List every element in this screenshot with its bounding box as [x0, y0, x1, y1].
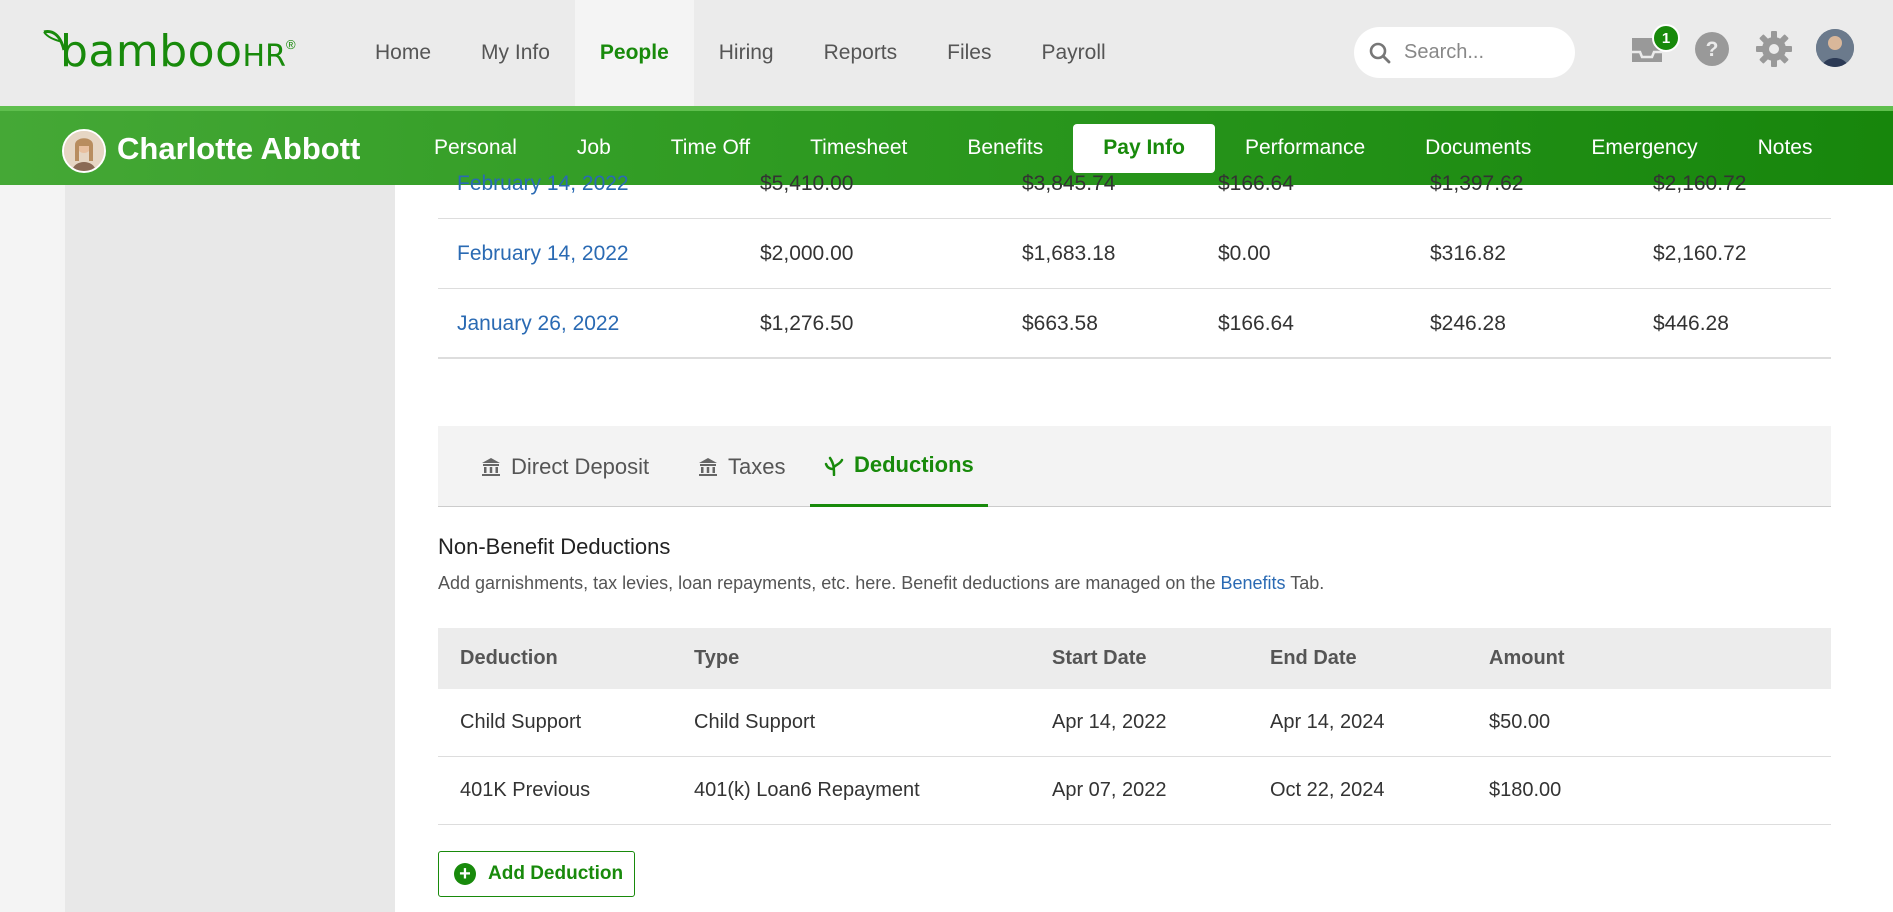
- description-text: Add garnishments, tax levies, loan repay…: [438, 573, 1221, 593]
- paystub-gross: $5,410.00: [760, 172, 854, 195]
- column-header[interactable]: End Date: [1270, 628, 1357, 689]
- column-header[interactable]: Type: [694, 628, 739, 689]
- deduction-name: 401K Previous: [460, 779, 591, 801]
- paystub-deductions: $166.64: [1218, 172, 1294, 195]
- logo-word: bamboo: [60, 26, 243, 77]
- paystub-net: $1,683.18: [1022, 242, 1116, 265]
- nav-payroll[interactable]: Payroll: [1016, 0, 1130, 106]
- leaf-icon: [43, 30, 66, 51]
- user-avatar-image: [1816, 29, 1854, 67]
- tab-label: Taxes: [728, 453, 786, 479]
- pay-info-content: February 14, 2022 $5,410.00 $3,845.74 $1…: [395, 172, 1893, 912]
- deduction-end-date: Oct 22, 2024: [1270, 779, 1385, 801]
- paystub-gross: $1,276.50: [760, 312, 854, 335]
- deduction-end-date: Apr 14, 2024: [1270, 711, 1385, 733]
- tab-label: Deductions: [854, 452, 974, 477]
- bank-icon: [698, 457, 718, 477]
- employee-photo: [64, 131, 104, 171]
- paystub-gross: $2,000.00: [760, 242, 854, 265]
- section-description: Add garnishments, tax levies, loan repay…: [438, 573, 1324, 594]
- bamboohr-logo[interactable]: bamboo HR ®: [42, 26, 296, 74]
- paystub-net: $3,845.74: [1022, 172, 1116, 195]
- paystub-taxes: $316.82: [1430, 242, 1506, 265]
- paystub-date-link[interactable]: February 14, 2022: [457, 219, 629, 289]
- top-header: bamboo HR ® Home My Info People Hiring R…: [0, 0, 1893, 106]
- tab-direct-deposit[interactable]: Direct Deposit: [481, 426, 649, 507]
- add-deduction-label: Add Deduction: [488, 863, 624, 884]
- left-sidebar: [65, 185, 395, 912]
- column-header[interactable]: Amount: [1489, 628, 1565, 689]
- column-header[interactable]: Start Date: [1052, 628, 1146, 689]
- employee-avatar[interactable]: [62, 129, 106, 173]
- paystub-net: $663.58: [1022, 312, 1098, 335]
- nav-people[interactable]: People: [574, 0, 694, 106]
- search-input[interactable]: [1404, 41, 1564, 64]
- logo-hr: HR: [242, 39, 286, 74]
- description-text-end: Tab.: [1285, 573, 1325, 593]
- inbox-count-badge: 1: [1652, 24, 1680, 52]
- employee-name: Charlotte Abbott: [117, 131, 361, 166]
- tab-taxes[interactable]: Taxes: [698, 426, 785, 507]
- nav-my-info[interactable]: My Info: [456, 0, 575, 106]
- user-avatar[interactable]: [1816, 29, 1854, 67]
- paystub-row: January 26, 2022 $1,276.50 $663.58 $166.…: [438, 289, 1831, 359]
- paystub-taxes: $1,397.62: [1430, 172, 1524, 195]
- nav-files[interactable]: Files: [922, 0, 1016, 106]
- nav-home[interactable]: Home: [350, 0, 456, 106]
- tab-label: Direct Deposit: [511, 453, 650, 479]
- search-box[interactable]: [1354, 27, 1575, 78]
- deduction-type: Child Support: [694, 711, 816, 733]
- paystub-date-link[interactable]: February 14, 2022: [457, 149, 629, 219]
- paystub-date-link[interactable]: January 26, 2022: [457, 289, 619, 359]
- search-icon: [1369, 42, 1391, 63]
- deduction-amount: $50.00: [1489, 711, 1551, 733]
- deduction-start-date: Apr 07, 2022: [1052, 779, 1167, 801]
- deduction-type: 401(k) Loan6 Repayment: [694, 779, 920, 801]
- pay-info-tabs: Direct Deposit Taxes Deductions: [438, 426, 1831, 507]
- nav-hiring[interactable]: Hiring: [694, 0, 799, 106]
- paystub-row: February 14, 2022 $2,000.00 $1,683.18 $0…: [438, 219, 1831, 289]
- deductions-icon: [824, 454, 844, 476]
- deductions-table: Deduction Type Start Date End Date Amoun…: [438, 628, 1831, 825]
- tab-deductions[interactable]: Deductions: [810, 426, 988, 507]
- table-row[interactable]: 401K Previous 401(k) Loan6 Repayment Apr…: [438, 757, 1831, 825]
- paystub-ytd: $2,160.72: [1653, 172, 1747, 195]
- nav-reports[interactable]: Reports: [799, 0, 923, 106]
- table-row[interactable]: Child Support Child Support Apr 14, 2022…: [438, 689, 1831, 757]
- deduction-amount: $180.00: [1489, 779, 1562, 801]
- paystub-deductions: $0.00: [1218, 242, 1271, 265]
- settings-icon[interactable]: [1755, 30, 1793, 68]
- paystub-taxes: $246.28: [1430, 312, 1506, 335]
- deduction-name: Child Support: [460, 711, 582, 733]
- deduction-start-date: Apr 14, 2022: [1052, 711, 1167, 733]
- paystub-row: February 14, 2022 $5,410.00 $3,845.74 $1…: [438, 149, 1831, 219]
- add-deduction-button[interactable]: + Add Deduction: [438, 851, 635, 897]
- paystub-deductions: $166.64: [1218, 312, 1294, 335]
- svg-text:?: ?: [1706, 38, 1719, 61]
- main-nav: Home My Info People Hiring Reports Files…: [350, 0, 1131, 106]
- table-header: Deduction Type Start Date End Date Amoun…: [438, 628, 1831, 689]
- benefits-link[interactable]: Benefits: [1220, 573, 1285, 593]
- help-icon[interactable]: ?: [1694, 31, 1730, 67]
- bank-icon: [481, 457, 501, 477]
- plus-circle-icon: +: [454, 863, 476, 885]
- paystub-ytd: $446.28: [1653, 312, 1729, 335]
- column-header[interactable]: Deduction: [460, 628, 558, 689]
- section-title: Non-Benefit Deductions: [438, 534, 671, 559]
- paystub-ytd: $2,160.72: [1653, 242, 1747, 265]
- logo-reg: ®: [285, 37, 296, 52]
